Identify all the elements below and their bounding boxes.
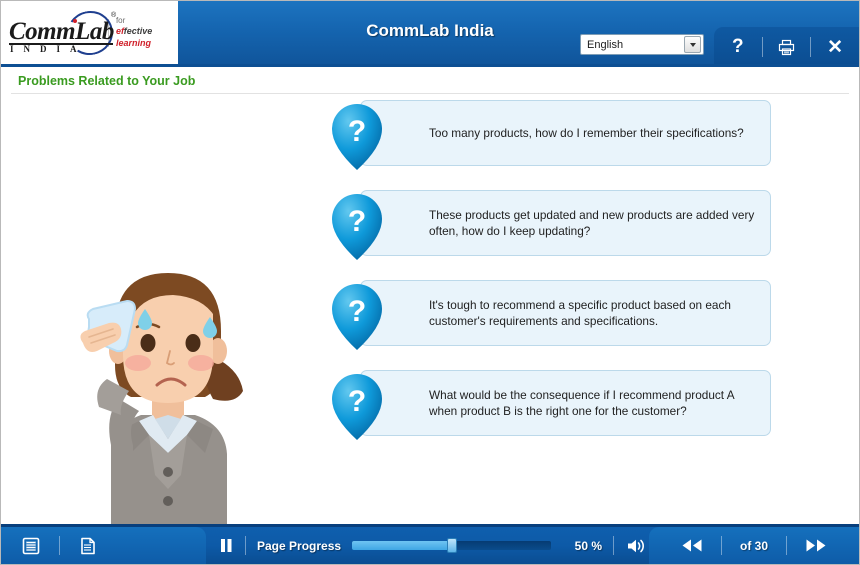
logo-country: INDIA <box>10 43 87 54</box>
document-notes-icon <box>81 537 95 554</box>
logo-tagline: for effective learning <box>116 16 178 49</box>
outline-list-icon <box>22 537 40 554</box>
toolbar-separator <box>59 536 60 555</box>
bubble-body: It's tough to recommend a specific produ… <box>360 280 771 346</box>
tagline-learning: learning <box>115 37 151 48</box>
question-pin-icon: ? <box>332 104 382 170</box>
page-title-bar: Problems Related to Your Job <box>1 67 859 94</box>
print-button[interactable] <box>769 32 803 62</box>
header-separator <box>810 37 812 57</box>
bubble-text: Too many products, how do I remember the… <box>429 125 744 140</box>
language-selected-value: English <box>587 38 624 51</box>
question-bubble[interactable]: These products get updated and new produ… <box>328 190 771 260</box>
progress-label: Page Progress <box>257 538 342 553</box>
progress-percent: 50 % <box>574 538 602 553</box>
question-bubble[interactable]: It's tough to recommend a specific produ… <box>328 280 771 350</box>
volume-button[interactable] <box>625 537 647 555</box>
svg-text:?: ? <box>348 205 366 238</box>
bubble-text: What would be the consequence if I recom… <box>429 387 734 418</box>
progress-fill <box>352 541 452 550</box>
printer-icon <box>778 39 795 55</box>
tagline-fective: fective <box>123 26 153 37</box>
toolbar-right-group: of 30 <box>649 527 859 564</box>
close-button[interactable]: ✕ <box>818 32 852 62</box>
question-pin-icon: ? <box>332 284 382 350</box>
toolbar-separator <box>245 536 246 555</box>
question-bubble-list: Too many products, how do I remember the… <box>328 100 771 460</box>
bubble-body: Too many products, how do I remember the… <box>360 100 771 166</box>
brand-logo: CommLab ® INDIA for effective learning <box>1 1 178 64</box>
page-counter: of 30 <box>739 538 768 553</box>
bubble-text: These products get updated and new produ… <box>429 207 755 238</box>
bubble-body: These products get updated and new produ… <box>360 190 771 256</box>
question-pin-icon: ? <box>332 194 382 260</box>
header-separator <box>761 37 763 57</box>
bubble-body: What would be the consequence if I recom… <box>360 370 771 436</box>
tagline-ef: ef <box>115 26 124 37</box>
svg-text:?: ? <box>348 385 366 418</box>
tagline-for: for <box>115 16 126 26</box>
toolbar-center-group: Page Progress 50 % <box>208 527 647 564</box>
worried-businesswoman-icon <box>80 273 243 524</box>
question-bubble[interactable]: What would be the consequence if I recom… <box>328 370 771 440</box>
toolbar-separator <box>613 536 614 555</box>
question-bubble[interactable]: Too many products, how do I remember the… <box>328 100 771 170</box>
page-progress-slider[interactable] <box>352 538 551 553</box>
previous-icon <box>682 539 702 552</box>
next-icon <box>806 539 826 552</box>
character-illustration <box>53 239 283 524</box>
page-title: Problems Related to Your Job <box>18 73 196 88</box>
pause-button[interactable] <box>218 537 234 554</box>
bubble-text: It's tough to recommend a specific produ… <box>429 297 731 328</box>
speaker-icon <box>628 539 644 552</box>
svg-text:?: ? <box>348 295 366 328</box>
slide-stage: Too many products, how do I remember the… <box>1 94 859 525</box>
chevron-down-icon[interactable] <box>684 36 701 53</box>
notes-button[interactable] <box>78 536 98 556</box>
previous-button[interactable] <box>663 538 721 553</box>
player-toolbar: Page Progress 50 % of 30 <box>1 524 859 564</box>
player-header: CommLab ® INDIA for effective learning C… <box>1 1 859 67</box>
logo-registered-mark: ® <box>111 11 117 19</box>
logo-wordmark: CommLab <box>9 17 114 45</box>
help-button[interactable]: ? <box>721 32 755 62</box>
progress-handle[interactable] <box>446 538 457 553</box>
outline-button[interactable] <box>21 536 41 556</box>
next-button[interactable] <box>787 538 845 553</box>
pause-icon <box>221 539 232 552</box>
logo-mark: CommLab ® INDIA <box>7 6 118 59</box>
svg-text:?: ? <box>348 115 366 148</box>
language-select[interactable]: English <box>580 34 704 55</box>
question-pin-icon: ? <box>332 374 382 440</box>
course-player: CommLab ® INDIA for effective learning C… <box>0 0 860 565</box>
toolbar-left-group <box>1 527 206 564</box>
header-button-tab: ? ✕ <box>714 27 859 64</box>
